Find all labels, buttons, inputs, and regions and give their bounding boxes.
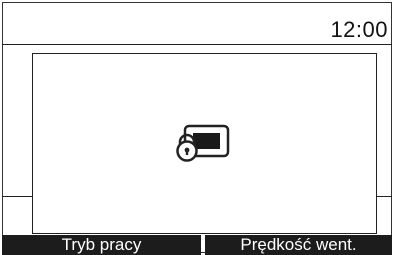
- softkey-fan-speed[interactable]: Prędkość went.: [205, 235, 392, 255]
- softkey-bar: Tryb pracy Prędkość went.: [2, 235, 392, 255]
- screen-lock-icon: [176, 124, 230, 162]
- clock: 12:00: [330, 17, 388, 42]
- header-divider: [2, 44, 392, 45]
- controller-display: 12:00 Tryb pracy Prędkość went.: [0, 0, 394, 255]
- softkey-operating-mode[interactable]: Tryb pracy: [2, 235, 201, 255]
